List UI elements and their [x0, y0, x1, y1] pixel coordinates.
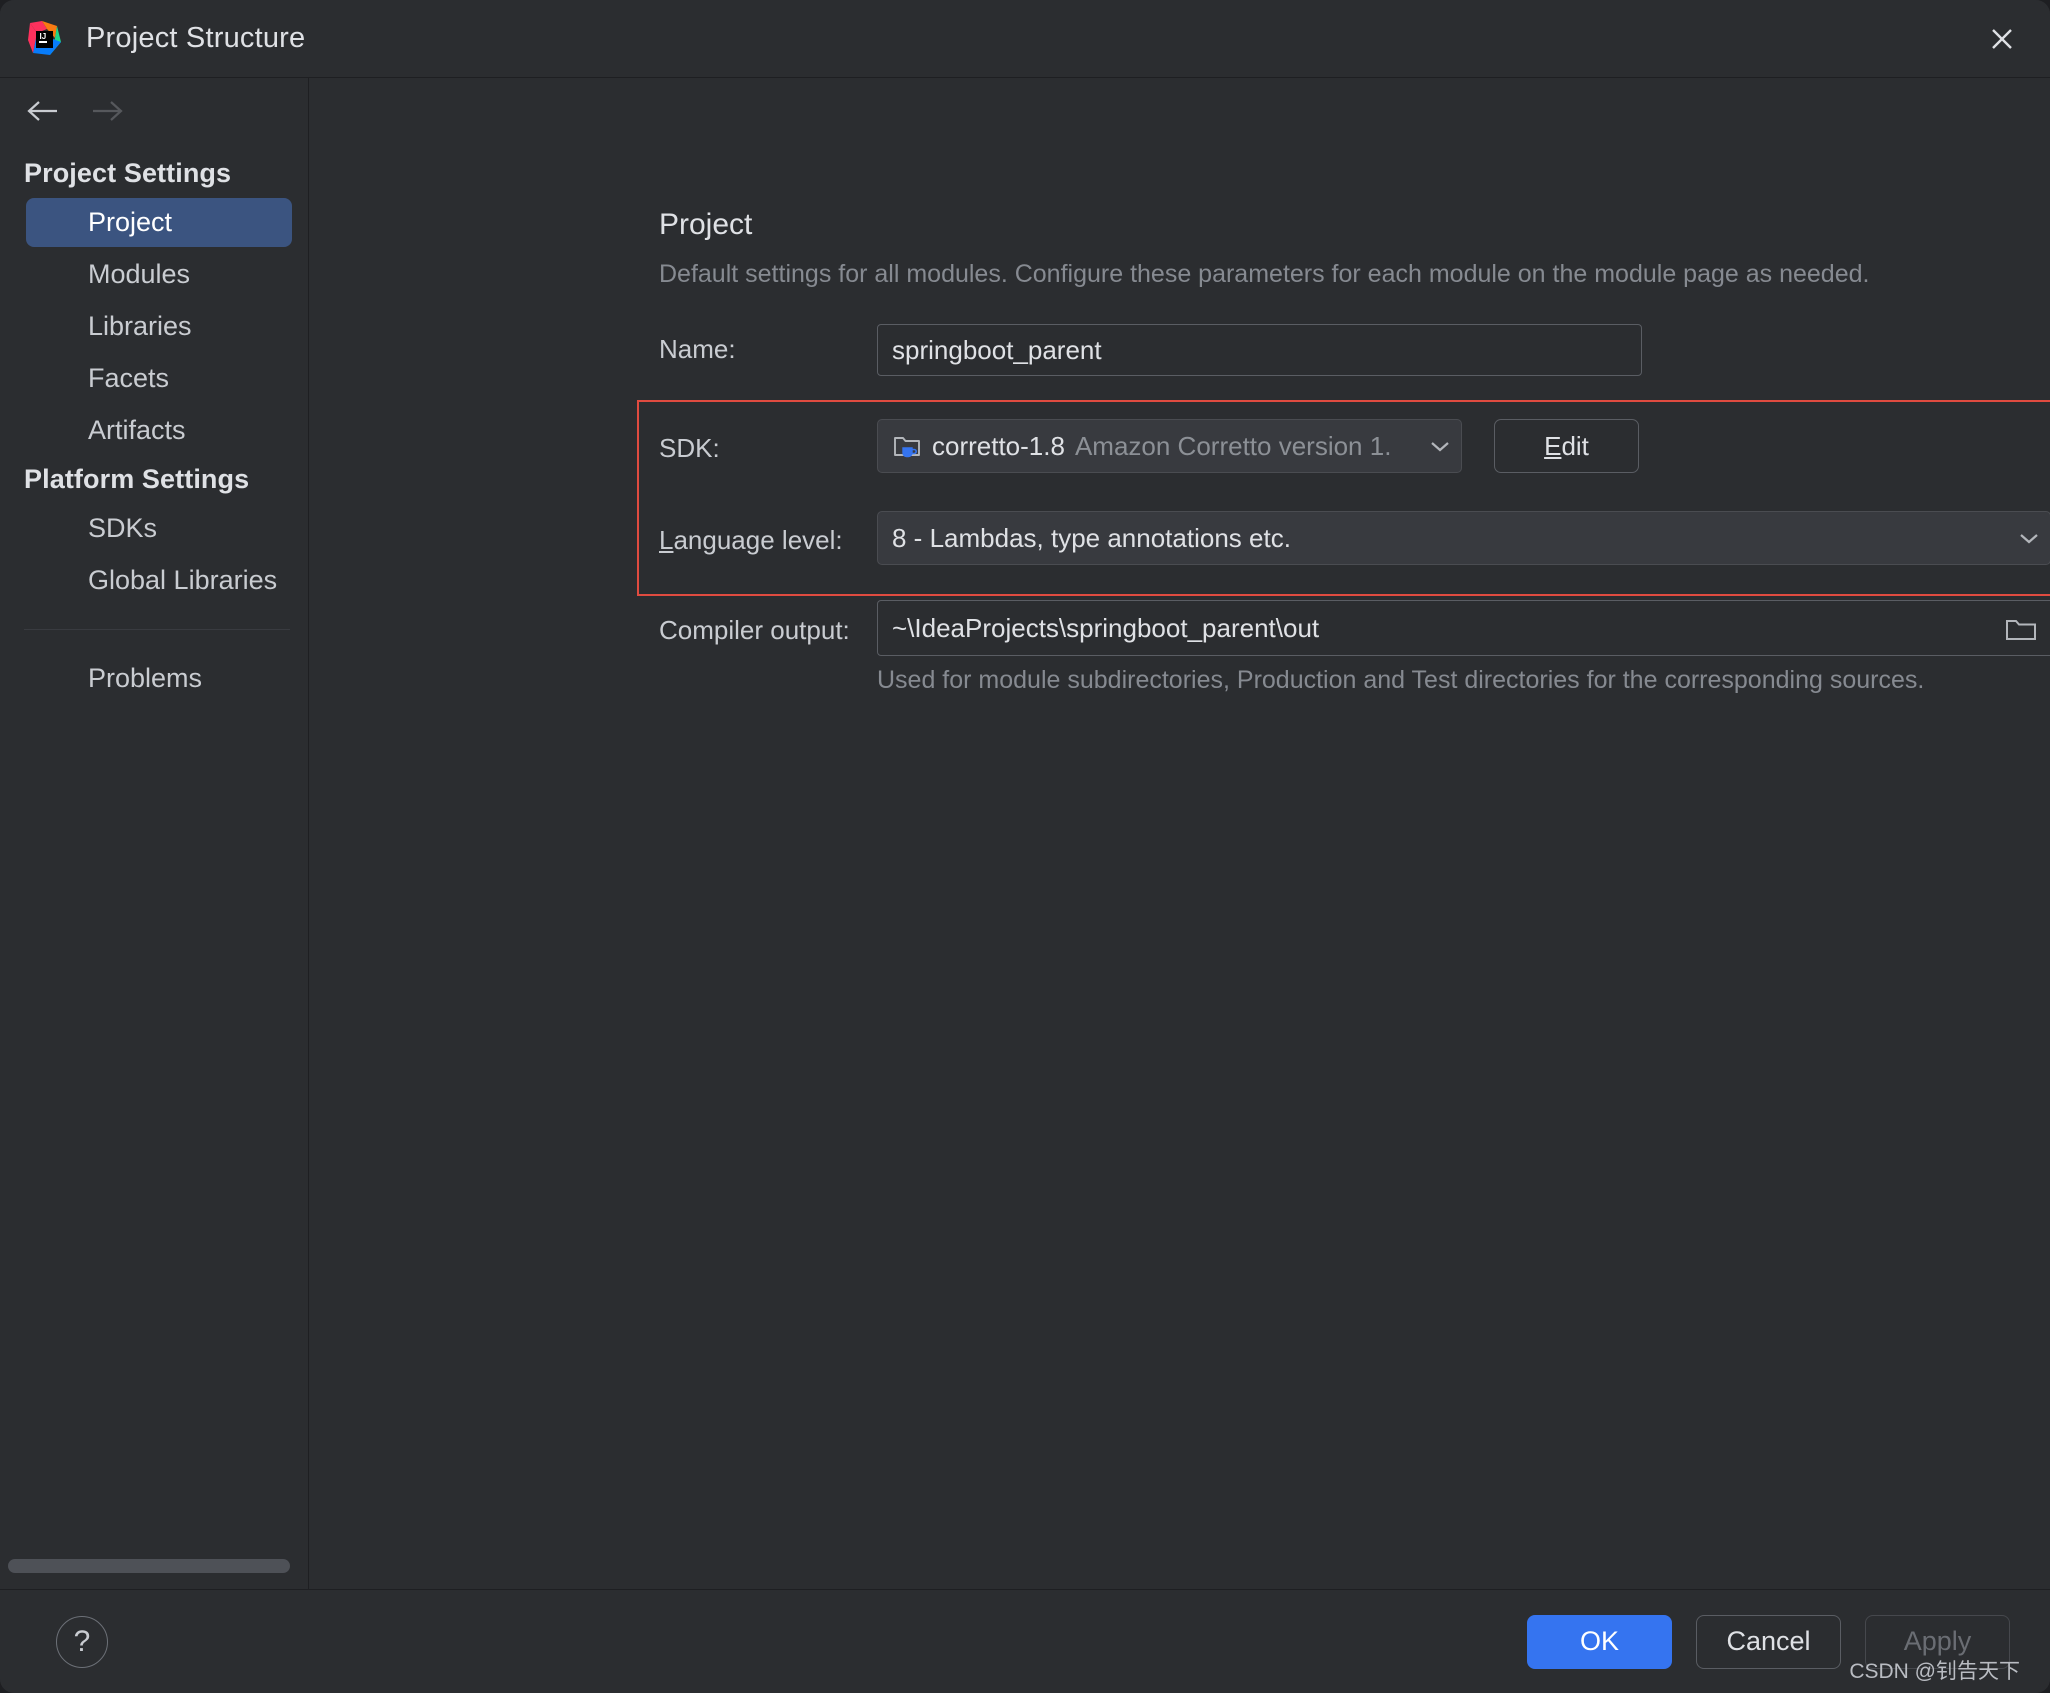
- sdk-value: corretto-1.8: [932, 430, 1065, 461]
- sidebar-item-facets[interactable]: Facets: [26, 354, 292, 403]
- navigation-arrows: [0, 78, 308, 144]
- sidebar-group-platform-settings: Platform Settings: [24, 464, 250, 494]
- language-level-label: Language level:: [659, 525, 843, 556]
- title-bar: IJ Project Structure: [0, 0, 2050, 78]
- sidebar-item-sdks[interactable]: SDKs: [26, 504, 292, 553]
- language-level-value: 8 - Lambdas, type annotations etc.: [892, 522, 1291, 553]
- intellij-idea-logo-icon: IJ: [26, 20, 64, 58]
- name-label: Name:: [659, 334, 736, 364]
- sdk-label: SDK:: [659, 433, 720, 463]
- name-input-value: springboot_parent: [892, 334, 1102, 365]
- sidebar-item-modules[interactable]: Modules: [26, 250, 292, 299]
- sidebar-item-project[interactable]: Project: [26, 198, 292, 247]
- compiler-output-hint: Used for module subdirectories, Producti…: [877, 666, 1925, 694]
- sdk-value-description: Amazon Corretto version 1.: [1074, 430, 1392, 461]
- chevron-down-icon: [2008, 531, 2040, 545]
- sidebar-list: Project Settings Project Modules Librari…: [0, 144, 308, 706]
- sdk-combobox[interactable]: corretto-1.8 Amazon Corretto version 1.: [877, 419, 1462, 473]
- sidebar-item-problems[interactable]: Problems: [26, 654, 292, 703]
- jdk-folder-icon: [892, 432, 922, 460]
- compiler-output-label: Compiler output:: [659, 615, 850, 645]
- chevron-down-icon: [1419, 439, 1451, 453]
- close-icon[interactable]: [1980, 17, 2024, 61]
- arrow-right-icon[interactable]: [90, 98, 124, 124]
- project-settings-panel: Project Default settings for all modules…: [309, 78, 2050, 1589]
- compiler-output-input[interactable]: ~\IdeaProjects\springboot_parent\out: [877, 600, 2050, 656]
- language-level-label-rest: anguage level:: [673, 525, 843, 555]
- page-title: Project: [659, 208, 753, 241]
- settings-sidebar: Project Settings Project Modules Librari…: [0, 78, 309, 1589]
- arrow-left-icon[interactable]: [26, 98, 60, 124]
- sidebar-item-libraries[interactable]: Libraries: [26, 302, 292, 351]
- dialog-body: Project Settings Project Modules Librari…: [0, 78, 2050, 1589]
- edit-button-mnemonic: E: [1544, 430, 1562, 461]
- compiler-output-value: ~\IdeaProjects\springboot_parent\out: [892, 612, 1320, 643]
- window-title: Project Structure: [86, 22, 306, 54]
- page-subtitle: Default settings for all modules. Config…: [659, 260, 1870, 288]
- language-level-combobox[interactable]: 8 - Lambdas, type annotations etc.: [877, 511, 2050, 565]
- sidebar-item-global-libraries[interactable]: Global Libraries: [26, 556, 292, 605]
- edit-button-label-rest: dit: [1561, 430, 1589, 461]
- sidebar-divider: [24, 629, 290, 630]
- sidebar-horizontal-scrollbar[interactable]: [8, 1559, 290, 1573]
- edit-sdk-button[interactable]: Edit: [1494, 419, 1639, 473]
- question-mark-icon[interactable]: ?: [56, 1615, 108, 1668]
- sidebar-item-artifacts[interactable]: Artifacts: [26, 406, 292, 455]
- dialog-footer: ? OK Cancel Apply CSDN @钊告天下: [0, 1589, 2050, 1693]
- name-input[interactable]: springboot_parent: [877, 324, 1642, 376]
- language-level-label-mnemonic: L: [659, 525, 674, 555]
- folder-icon[interactable]: [1999, 610, 2043, 648]
- cancel-button[interactable]: Cancel: [1696, 1614, 1841, 1669]
- project-structure-dialog: IJ Project Structure Project Settings Pr…: [0, 0, 2050, 1693]
- sidebar-group-project-settings: Project Settings: [24, 158, 232, 188]
- svg-text:IJ: IJ: [40, 32, 47, 41]
- watermark-text: CSDN @钊告天下: [1849, 1660, 2020, 1683]
- ok-button[interactable]: OK: [1527, 1614, 1672, 1669]
